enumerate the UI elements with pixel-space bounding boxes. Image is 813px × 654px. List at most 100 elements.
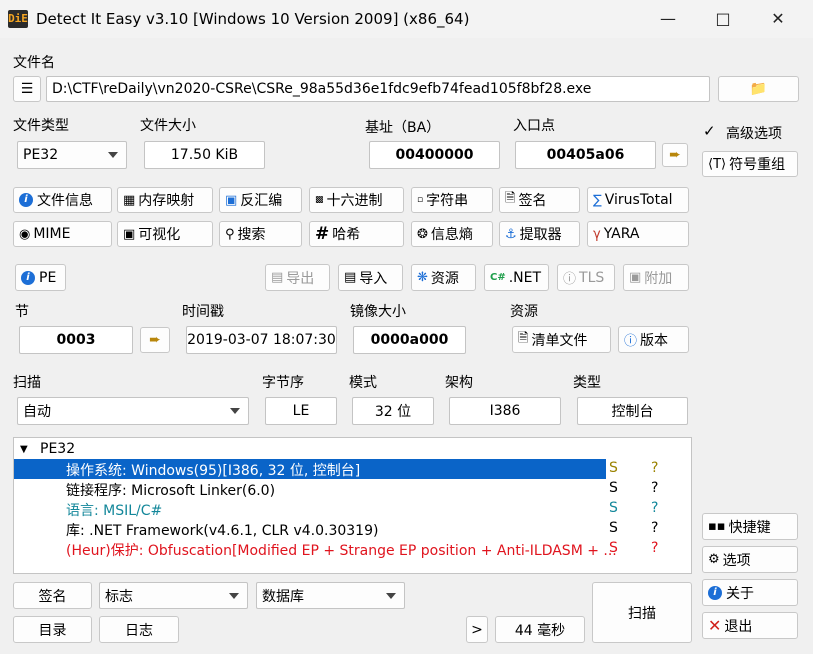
shortcut-icon: ▪▪ bbox=[708, 519, 726, 534]
section-go-button[interactable]: ➨ bbox=[140, 327, 170, 353]
signature-tool-button[interactable]: 🗎 签名 bbox=[499, 187, 580, 213]
file-type-select[interactable]: PE32 bbox=[17, 141, 127, 169]
hex-button[interactable]: ▩ 十六进制 bbox=[309, 187, 404, 213]
table-row[interactable]: 操作系统: Windows(95)[I386, 32 位, 控制台] S ? bbox=[14, 459, 691, 479]
dotnet-button[interactable]: C# .NET bbox=[484, 264, 549, 291]
mime-button[interactable]: ◉ MIME bbox=[13, 221, 112, 247]
more-button[interactable]: > bbox=[466, 616, 488, 643]
maximize-icon[interactable]: □ bbox=[708, 8, 738, 30]
hash-button[interactable]: # 哈希 bbox=[309, 221, 404, 247]
directory-button[interactable]: 目录 bbox=[13, 616, 92, 643]
version-button[interactable]: ⓘ 版本 bbox=[618, 326, 689, 353]
folder-icon: 📁 bbox=[749, 81, 768, 97]
info-marker[interactable]: ? bbox=[651, 460, 658, 476]
entry-point-go-button[interactable]: ➨ bbox=[662, 143, 688, 167]
scan-button[interactable]: 扫描 bbox=[592, 582, 692, 643]
tls-label: TLS bbox=[579, 269, 605, 286]
search-button[interactable]: ⚲ 搜索 bbox=[219, 221, 302, 247]
overlay-button[interactable]: ▣ 附加 bbox=[623, 264, 689, 291]
arrow-right-icon: ➨ bbox=[149, 332, 161, 348]
extractor-button[interactable]: ⚓ 提取器 bbox=[499, 221, 580, 247]
result-text: 语言: MSIL/C# bbox=[66, 503, 163, 519]
manifest-button[interactable]: 🗎 清单文件 bbox=[512, 326, 611, 353]
scan-mode-select[interactable]: 自动 bbox=[17, 397, 249, 425]
open-folder-button[interactable]: 📁 bbox=[718, 76, 799, 102]
info-marker[interactable]: ? bbox=[651, 540, 658, 556]
exit-button[interactable]: ✕ 退出 bbox=[702, 612, 798, 639]
exit-label: 退出 bbox=[724, 618, 753, 635]
signature-tool-label: 签名 bbox=[518, 193, 547, 209]
file-type-value: PE32 bbox=[23, 147, 59, 163]
strings-button[interactable]: ▫ 字符串 bbox=[411, 187, 493, 213]
search-label: 搜索 bbox=[237, 227, 266, 243]
info-marker[interactable]: ? bbox=[651, 520, 658, 536]
section-count-field: 0003 bbox=[19, 326, 133, 354]
document-icon: 🗎 bbox=[505, 191, 516, 206]
resources-label: 资源 bbox=[510, 304, 538, 320]
file-name-label: 文件名 bbox=[13, 55, 55, 71]
tls-button[interactable]: ⓘ TLS bbox=[557, 264, 615, 291]
file-path-input[interactable]: D:\CTF\reDaily\vn2020-CSRe\CSRe_98a55d36… bbox=[46, 76, 710, 102]
chevron-down-icon bbox=[230, 408, 240, 414]
info-marker[interactable]: ? bbox=[651, 500, 658, 516]
signature-marker[interactable]: S bbox=[609, 520, 618, 536]
advanced-checkbox[interactable]: ✓ bbox=[703, 123, 719, 139]
entropy-button[interactable]: ❂ 信息熵 bbox=[411, 221, 493, 247]
export-label: 导出 bbox=[286, 270, 315, 287]
export-button[interactable]: ▤ 导出 bbox=[265, 264, 330, 291]
memory-map-button[interactable]: ▦ 内存映射 bbox=[117, 187, 213, 213]
overlay-icon: ▣ bbox=[629, 270, 642, 285]
disassembly-icon: ▣ bbox=[225, 192, 238, 208]
window-title: Detect It Easy v3.10 [Windows 10 Version… bbox=[36, 10, 470, 28]
signature-marker[interactable]: S bbox=[609, 480, 618, 496]
import-label: 导入 bbox=[359, 270, 388, 287]
database-select[interactable]: 数据库 bbox=[256, 582, 405, 609]
chevron-down-icon[interactable]: ▼ bbox=[20, 444, 28, 455]
info-icon: i bbox=[708, 585, 722, 600]
file-size-field: 17.50 KiB bbox=[144, 141, 265, 169]
demangle-icon: ⟨T⟩ bbox=[708, 156, 727, 172]
resource-button[interactable]: ❋ 资源 bbox=[411, 264, 476, 291]
yara-icon: γ bbox=[593, 226, 601, 242]
table-row[interactable]: (Heur)保护: Obfuscation[Modified EP + Stra… bbox=[14, 539, 691, 559]
base-address-field: 00400000 bbox=[369, 141, 500, 169]
shortcuts-button[interactable]: ▪▪ 快捷键 bbox=[702, 513, 798, 540]
arch-label: 架构 bbox=[445, 375, 473, 391]
signature-marker[interactable]: S bbox=[609, 540, 618, 556]
pe-button[interactable]: i PE bbox=[15, 264, 66, 291]
results-tree[interactable]: ▼ PE32 操作系统: Windows(95)[I386, 32 位, 控制台… bbox=[13, 437, 692, 574]
chevron-down-icon bbox=[108, 152, 118, 158]
signature-marker[interactable]: S bbox=[609, 460, 618, 476]
base-address-label: 基址（BA） bbox=[365, 120, 441, 136]
info-marker[interactable]: ? bbox=[651, 480, 658, 496]
version-icon: ⓘ bbox=[624, 334, 638, 349]
visualization-button[interactable]: ▣ 可视化 bbox=[117, 221, 213, 247]
about-label: 关于 bbox=[726, 585, 754, 602]
options-button[interactable]: ⚙ 选项 bbox=[702, 546, 798, 573]
about-button[interactable]: i 关于 bbox=[702, 579, 798, 606]
advanced-options-label[interactable]: 高级选项 bbox=[726, 123, 782, 143]
arch-field: I386 bbox=[449, 397, 561, 425]
table-row[interactable]: 链接程序: Microsoft Linker(6.0) S ? bbox=[14, 479, 691, 499]
menu-list-icon[interactable]: ☰ bbox=[13, 76, 41, 102]
table-row[interactable]: 语言: MSIL/C# S ? bbox=[14, 499, 691, 519]
import-button[interactable]: ▤ 导入 bbox=[338, 264, 403, 291]
tree-root[interactable]: ▼ PE32 bbox=[14, 440, 691, 460]
flags-select[interactable]: 标志 bbox=[99, 582, 248, 609]
yara-button[interactable]: γ YARA bbox=[587, 221, 689, 247]
file-info-button[interactable]: i 文件信息 bbox=[13, 187, 112, 213]
symbol-demangle-button[interactable]: ⟨T⟩ 符号重组 bbox=[702, 151, 798, 177]
signature-button[interactable]: 签名 bbox=[13, 582, 92, 609]
table-row[interactable]: 库: .NET Framework(v4.6.1, CLR v4.0.30319… bbox=[14, 519, 691, 539]
signature-marker[interactable]: S bbox=[609, 500, 618, 516]
tree-root-label: PE32 bbox=[40, 441, 76, 457]
close-icon[interactable]: ✕ bbox=[763, 8, 793, 30]
log-button[interactable]: 日志 bbox=[99, 616, 179, 643]
hex-label: 十六进制 bbox=[326, 193, 383, 209]
result-text: 库: .NET Framework(v4.6.1, CLR v4.0.30319… bbox=[66, 523, 379, 539]
virustotal-button[interactable]: ∑ VirusTotal bbox=[587, 187, 689, 213]
minimize-icon[interactable]: — bbox=[653, 8, 683, 30]
dotnet-label: .NET bbox=[508, 269, 542, 286]
manifest-label: 清单文件 bbox=[531, 332, 588, 349]
disassembly-button[interactable]: ▣ 反汇编 bbox=[219, 187, 302, 213]
